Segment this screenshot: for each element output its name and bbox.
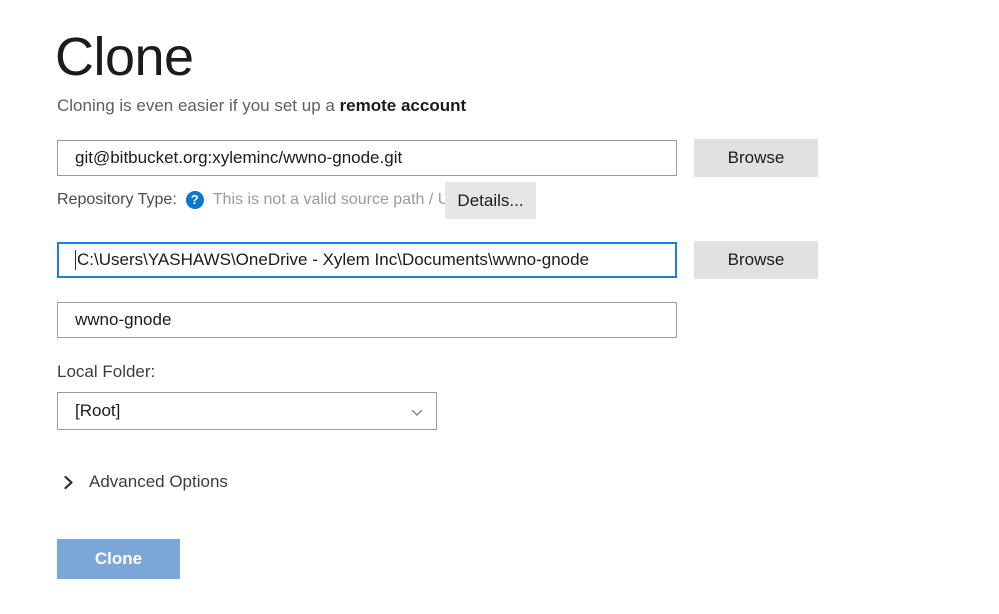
browse-source-label: Browse [727,148,785,167]
chevron-right-icon [62,475,75,490]
local-folder-select[interactable]: [Root] [57,392,437,430]
browse-destination-label: Browse [727,250,785,269]
subtitle-text: Cloning is even easier if you set up a [57,96,340,115]
local-folder-label: Local Folder: [57,362,156,381]
clone-button[interactable]: Clone [57,539,180,579]
clone-button-label: Clone [94,549,143,568]
destination-path-value: C:\Users\YASHAWS\OneDrive - Xylem Inc\Do… [77,250,590,269]
details-button[interactable]: Details... [445,182,536,219]
repository-type-row: Repository Type: ? This is not a valid s… [57,188,470,212]
remote-account-link[interactable]: remote account [340,96,467,115]
advanced-options-label: Advanced Options [89,472,228,491]
name-input[interactable]: wwno-gnode [57,302,677,338]
text-caret [75,250,76,270]
advanced-options-toggle[interactable]: Advanced Options [62,470,228,494]
source-url-input[interactable]: git@bitbucket.org:xyleminc/wwno-gnode.gi… [57,140,677,176]
repository-type-warning: This is not a valid source path / URL [212,191,470,208]
page-title: Clone [55,27,194,87]
chevron-down-icon [410,404,424,418]
repository-type-label: Repository Type: [57,191,177,208]
details-button-label: Details... [457,190,524,210]
local-folder-value: [Root] [75,401,121,420]
source-url-value: git@bitbucket.org:xyleminc/wwno-gnode.gi… [75,148,403,167]
subtitle: Cloning is even easier if you set up a r… [57,95,466,117]
browse-source-button[interactable]: Browse [694,139,818,177]
clone-dialog: Clone Cloning is even easier if you set … [0,0,999,614]
browse-destination-button[interactable]: Browse [694,241,818,279]
question-mark-icon[interactable]: ? [185,191,204,209]
name-value: wwno-gnode [75,310,172,329]
destination-path-input[interactable]: C:\Users\YASHAWS\OneDrive - Xylem Inc\Do… [57,242,677,278]
